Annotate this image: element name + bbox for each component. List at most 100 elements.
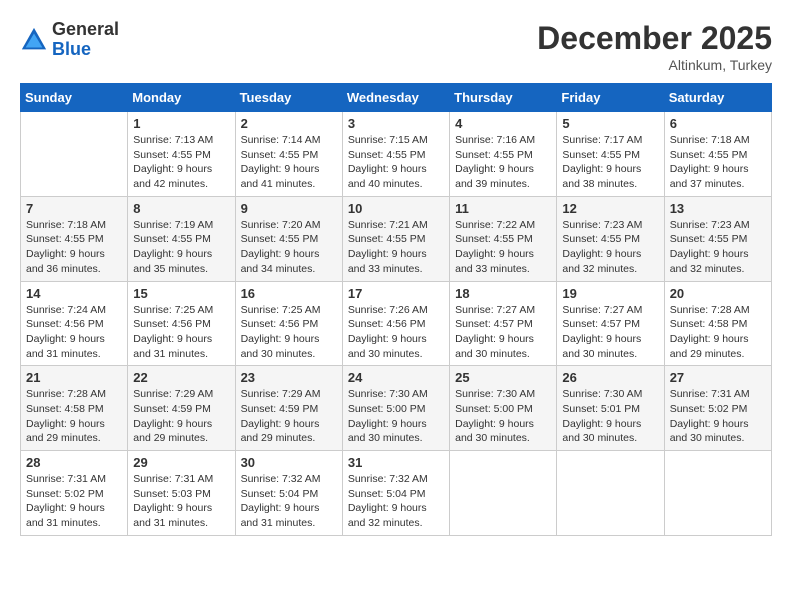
month-title: December 2025	[537, 20, 772, 57]
calendar-cell: 25 Sunrise: 7:30 AMSunset: 5:00 PMDayligh…	[450, 366, 557, 451]
calendar-cell	[664, 451, 771, 536]
calendar-cell	[21, 112, 128, 197]
calendar-cell	[450, 451, 557, 536]
day-info: Sunrise: 7:25 AMSunset: 4:56 PMDaylight:…	[241, 303, 337, 362]
day-info: Sunrise: 7:30 AMSunset: 5:00 PMDaylight:…	[348, 387, 444, 446]
day-number: 10	[348, 201, 444, 216]
calendar-cell: 6 Sunrise: 7:18 AMSunset: 4:55 PMDaylight…	[664, 112, 771, 197]
calendar-cell: 5 Sunrise: 7:17 AMSunset: 4:55 PMDaylight…	[557, 112, 664, 197]
day-info: Sunrise: 7:30 AMSunset: 5:00 PMDaylight:…	[455, 387, 551, 446]
day-number: 5	[562, 116, 658, 131]
column-header-tuesday: Tuesday	[235, 84, 342, 112]
day-number: 16	[241, 286, 337, 301]
calendar-cell: 3 Sunrise: 7:15 AMSunset: 4:55 PMDaylight…	[342, 112, 449, 197]
day-info: Sunrise: 7:29 AMSunset: 4:59 PMDaylight:…	[133, 387, 229, 446]
day-info: Sunrise: 7:27 AMSunset: 4:57 PMDaylight:…	[562, 303, 658, 362]
day-number: 9	[241, 201, 337, 216]
logo: General Blue	[20, 20, 119, 60]
day-number: 17	[348, 286, 444, 301]
calendar-cell: 14Sunrise: 7:24 AMSunset: 4:56 PMDayligh…	[21, 281, 128, 366]
day-number: 8	[133, 201, 229, 216]
column-header-thursday: Thursday	[450, 84, 557, 112]
day-info: Sunrise: 7:13 AMSunset: 4:55 PMDaylight:…	[133, 133, 229, 192]
column-header-sunday: Sunday	[21, 84, 128, 112]
calendar-cell: 19 Sunrise: 7:27 AMSunset: 4:57 PMDayligh…	[557, 281, 664, 366]
day-info: Sunrise: 7:25 AMSunset: 4:56 PMDaylight:…	[133, 303, 229, 362]
day-number: 30	[241, 455, 337, 470]
day-info: Sunrise: 7:32 AMSunset: 5:04 PMDaylight:…	[348, 472, 444, 531]
day-info: Sunrise: 7:18 AMSunset: 4:55 PMDaylight:…	[670, 133, 766, 192]
day-number: 24	[348, 370, 444, 385]
day-number: 12	[562, 201, 658, 216]
day-info: Sunrise: 7:14 AMSunset: 4:55 PMDaylight:…	[241, 133, 337, 192]
day-info: Sunrise: 7:29 AMSunset: 4:59 PMDaylight:…	[241, 387, 337, 446]
calendar-cell: 17 Sunrise: 7:26 AMSunset: 4:56 PMDayligh…	[342, 281, 449, 366]
calendar-cell	[557, 451, 664, 536]
day-info: Sunrise: 7:23 AMSunset: 4:55 PMDaylight:…	[670, 218, 766, 277]
day-info: Sunrise: 7:32 AMSunset: 5:04 PMDaylight:…	[241, 472, 337, 531]
day-info: Sunrise: 7:20 AMSunset: 4:55 PMDaylight:…	[241, 218, 337, 277]
calendar-cell: 11 Sunrise: 7:22 AMSunset: 4:55 PMDayligh…	[450, 196, 557, 281]
day-number: 4	[455, 116, 551, 131]
calendar-cell: 15Sunrise: 7:25 AMSunset: 4:56 PMDayligh…	[128, 281, 235, 366]
day-number: 27	[670, 370, 766, 385]
day-number: 23	[241, 370, 337, 385]
calendar-cell: 20 Sunrise: 7:28 AMSunset: 4:58 PMDayligh…	[664, 281, 771, 366]
day-info: Sunrise: 7:16 AMSunset: 4:55 PMDaylight:…	[455, 133, 551, 192]
day-number: 1	[133, 116, 229, 131]
day-number: 25	[455, 370, 551, 385]
day-info: Sunrise: 7:23 AMSunset: 4:55 PMDaylight:…	[562, 218, 658, 277]
calendar-cell: 23 Sunrise: 7:29 AMSunset: 4:59 PMDayligh…	[235, 366, 342, 451]
day-number: 13	[670, 201, 766, 216]
calendar-cell: 8 Sunrise: 7:19 AMSunset: 4:55 PMDaylight…	[128, 196, 235, 281]
calendar-cell: 28 Sunrise: 7:31 AMSunset: 5:02 PMDayligh…	[21, 451, 128, 536]
day-number: 21	[26, 370, 122, 385]
calendar-cell: 29 Sunrise: 7:31 AMSunset: 5:03 PMDayligh…	[128, 451, 235, 536]
location-subtitle: Altinkum, Turkey	[537, 57, 772, 73]
calendar-cell: 10Sunrise: 7:21 AMSunset: 4:55 PMDayligh…	[342, 196, 449, 281]
page-header: General Blue December 2025 Altinkum, Tur…	[20, 20, 772, 73]
calendar-cell: 30 Sunrise: 7:32 AMSunset: 5:04 PMDayligh…	[235, 451, 342, 536]
day-number: 20	[670, 286, 766, 301]
calendar-cell: 24 Sunrise: 7:30 AMSunset: 5:00 PMDayligh…	[342, 366, 449, 451]
day-info: Sunrise: 7:27 AMSunset: 4:57 PMDaylight:…	[455, 303, 551, 362]
calendar-cell: 31Sunrise: 7:32 AMSunset: 5:04 PMDayligh…	[342, 451, 449, 536]
calendar-cell: 16 Sunrise: 7:25 AMSunset: 4:56 PMDayligh…	[235, 281, 342, 366]
calendar-cell: 27 Sunrise: 7:31 AMSunset: 5:02 PMDayligh…	[664, 366, 771, 451]
calendar-cell: 26 Sunrise: 7:30 AMSunset: 5:01 PMDayligh…	[557, 366, 664, 451]
column-header-wednesday: Wednesday	[342, 84, 449, 112]
column-header-saturday: Saturday	[664, 84, 771, 112]
day-number: 6	[670, 116, 766, 131]
calendar-cell: 12 Sunrise: 7:23 AMSunset: 4:55 PMDayligh…	[557, 196, 664, 281]
day-number: 3	[348, 116, 444, 131]
day-number: 11	[455, 201, 551, 216]
calendar-cell: 1 Sunrise: 7:13 AMSunset: 4:55 PMDaylight…	[128, 112, 235, 197]
day-info: Sunrise: 7:31 AMSunset: 5:03 PMDaylight:…	[133, 472, 229, 531]
day-number: 7	[26, 201, 122, 216]
day-info: Sunrise: 7:17 AMSunset: 4:55 PMDaylight:…	[562, 133, 658, 192]
day-number: 19	[562, 286, 658, 301]
title-area: December 2025 Altinkum, Turkey	[537, 20, 772, 73]
day-info: Sunrise: 7:15 AMSunset: 4:55 PMDaylight:…	[348, 133, 444, 192]
calendar-cell: 13 Sunrise: 7:23 AMSunset: 4:55 PMDayligh…	[664, 196, 771, 281]
day-number: 29	[133, 455, 229, 470]
day-info: Sunrise: 7:22 AMSunset: 4:55 PMDaylight:…	[455, 218, 551, 277]
day-info: Sunrise: 7:28 AMSunset: 4:58 PMDaylight:…	[670, 303, 766, 362]
column-header-monday: Monday	[128, 84, 235, 112]
day-info: Sunrise: 7:19 AMSunset: 4:55 PMDaylight:…	[133, 218, 229, 277]
day-info: Sunrise: 7:18 AMSunset: 4:55 PMDaylight:…	[26, 218, 122, 277]
day-info: Sunrise: 7:31 AMSunset: 5:02 PMDaylight:…	[26, 472, 122, 531]
day-info: Sunrise: 7:26 AMSunset: 4:56 PMDaylight:…	[348, 303, 444, 362]
column-header-friday: Friday	[557, 84, 664, 112]
calendar-cell: 22 Sunrise: 7:29 AMSunset: 4:59 PMDayligh…	[128, 366, 235, 451]
calendar-cell: 9 Sunrise: 7:20 AMSunset: 4:55 PMDaylight…	[235, 196, 342, 281]
calendar-cell: 7 Sunrise: 7:18 AMSunset: 4:55 PMDaylight…	[21, 196, 128, 281]
calendar-table: SundayMondayTuesdayWednesdayThursdayFrid…	[20, 83, 772, 536]
day-info: Sunrise: 7:31 AMSunset: 5:02 PMDaylight:…	[670, 387, 766, 446]
day-number: 28	[26, 455, 122, 470]
calendar-cell: 21 Sunrise: 7:28 AMSunset: 4:58 PMDayligh…	[21, 366, 128, 451]
day-info: Sunrise: 7:30 AMSunset: 5:01 PMDaylight:…	[562, 387, 658, 446]
day-number: 26	[562, 370, 658, 385]
day-info: Sunrise: 7:28 AMSunset: 4:58 PMDaylight:…	[26, 387, 122, 446]
day-number: 22	[133, 370, 229, 385]
